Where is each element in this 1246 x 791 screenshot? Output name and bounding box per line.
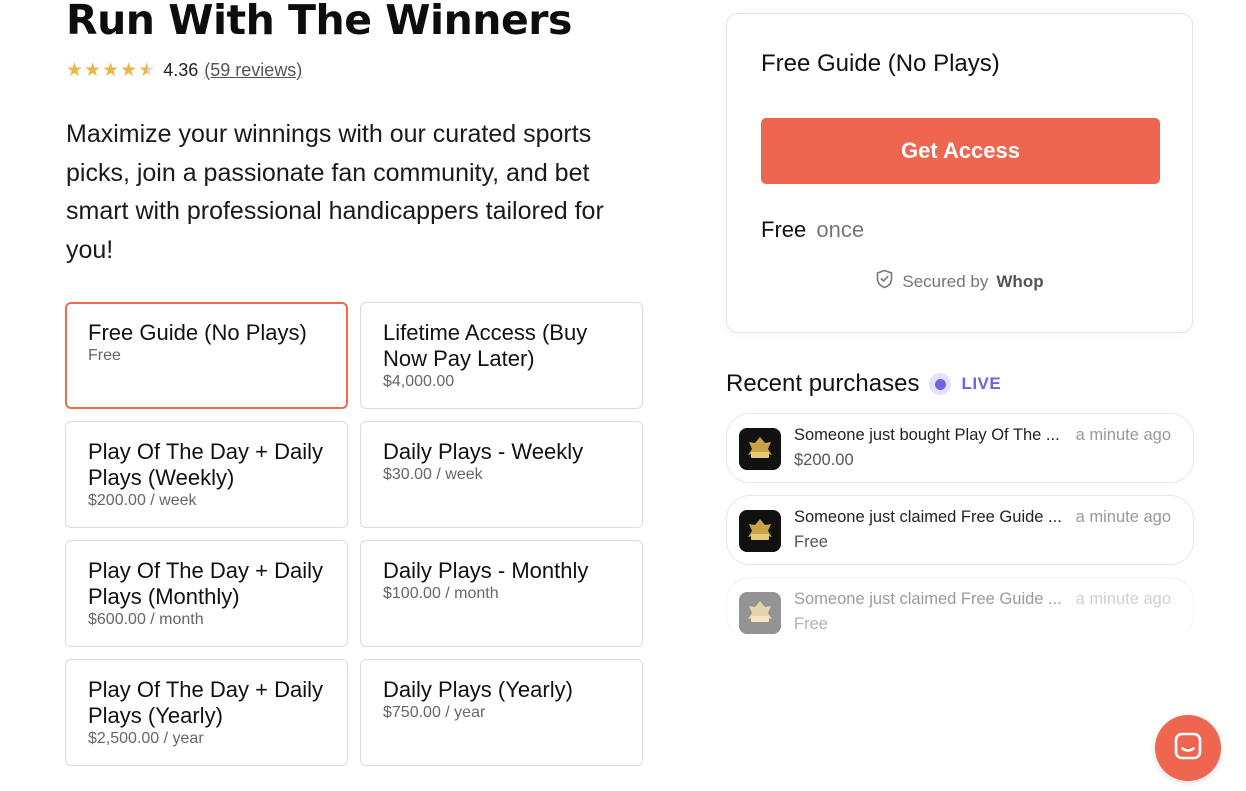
star-icon: ★	[84, 59, 102, 81]
recent-purchases-header: Recent purchases LIVE	[726, 370, 1001, 398]
recent-purchases-title: Recent purchases	[726, 370, 920, 397]
chat-button[interactable]	[1155, 715, 1221, 781]
checkout-plan-title: Free Guide (No Plays)	[761, 50, 1000, 77]
product-description: Maximize your winnings with our curated …	[66, 120, 604, 264]
plan-name: Daily Plays - Weekly	[383, 439, 584, 464]
plan-option[interactable]: Play Of The Day + Daily Plays (Yearly) $…	[65, 659, 348, 766]
plan-option[interactable]: Play Of The Day + Daily Plays (Weekly) $…	[65, 421, 348, 528]
plan-option[interactable]: Daily Plays - Monthly $100.00 / month	[360, 540, 643, 647]
purchase-text: Someone just claimed Free Guide ...	[794, 508, 1062, 526]
plan-name: Lifetime Access (Buy Now Pay Later)	[383, 320, 588, 371]
purchase-price: Free	[794, 615, 828, 633]
product-logo-icon	[739, 592, 781, 634]
purchase-item: Someone just bought Play Of The ... $200…	[726, 413, 1194, 483]
purchase-price: $200.00	[794, 451, 854, 469]
plan-name: Daily Plays (Yearly)	[383, 677, 573, 702]
shield-check-icon	[875, 269, 894, 294]
plan-name: Play Of The Day + Daily Plays (Monthly)	[88, 558, 323, 609]
whop-brand: Whop	[996, 271, 1044, 291]
plan-price: $2,500.00 / year	[88, 730, 204, 747]
star-icon: ★	[102, 59, 120, 81]
star-icon: ★	[120, 59, 138, 81]
rating-stars: ★ ★ ★ ★ ★	[66, 61, 155, 80]
plan-price: $200.00 / week	[88, 492, 197, 509]
purchase-price: Free	[794, 533, 828, 551]
plan-grid: Free Guide (No Plays) Free Lifetime Acce…	[65, 302, 643, 766]
plan-option[interactable]: Play Of The Day + Daily Plays (Monthly) …	[65, 540, 348, 647]
star-icon: ★	[66, 59, 84, 81]
rating-value: 4.36	[163, 59, 199, 80]
plan-price: $100.00 / month	[383, 585, 499, 602]
checkout-price-frequency: once	[816, 217, 865, 242]
purchase-time: a minute ago	[1075, 508, 1171, 526]
purchase-item: Someone just claimed Free Guide ... Free…	[726, 495, 1194, 565]
plan-option[interactable]: Lifetime Access (Buy Now Pay Later) $4,0…	[360, 302, 643, 409]
plan-price: $30.00 / week	[383, 466, 483, 483]
plan-price: $4,000.00	[383, 373, 455, 390]
plan-name: Daily Plays - Monthly	[383, 558, 589, 583]
purchase-time: a minute ago	[1075, 426, 1171, 444]
secured-label: Secured by	[902, 271, 989, 291]
checkout-card: Free Guide (No Plays) Get Access Free on…	[726, 13, 1193, 333]
product-logo-icon	[739, 510, 781, 552]
chat-icon	[1173, 731, 1203, 766]
plan-name: Play Of The Day + Daily Plays (Weekly)	[88, 439, 323, 490]
plan-price: Free	[88, 347, 121, 364]
purchase-item: Someone just claimed Free Guide ... Free…	[726, 577, 1194, 639]
purchase-text: Someone just claimed Free Guide ...	[794, 590, 1062, 608]
plan-option[interactable]: Daily Plays - Weekly $30.00 / week	[360, 421, 643, 528]
live-badge: LIVE	[961, 374, 1002, 393]
rating-row: ★ ★ ★ ★ ★ 4.36 (59 reviews)	[66, 58, 302, 82]
plan-name: Play Of The Day + Daily Plays (Yearly)	[88, 677, 323, 728]
star-half-icon: ★	[138, 59, 156, 81]
purchase-time: a minute ago	[1075, 590, 1171, 608]
get-access-button[interactable]: Get Access	[761, 118, 1160, 184]
recent-purchases-list: Someone just bought Play Of The ... $200…	[726, 413, 1194, 651]
checkout-price: Free once	[761, 217, 864, 243]
reviews-link[interactable]: (59 reviews)	[204, 60, 302, 81]
product-title: Run With The Winners	[66, 0, 572, 44]
live-dot-icon	[929, 373, 952, 395]
purchase-text: Someone just bought Play Of The ...	[794, 426, 1060, 444]
secured-by: Secured by Whop	[727, 269, 1192, 294]
plan-option[interactable]: Daily Plays (Yearly) $750.00 / year	[360, 659, 643, 766]
product-logo-icon	[739, 428, 781, 470]
plan-price: $600.00 / month	[88, 611, 204, 628]
plan-name: Free Guide (No Plays)	[88, 320, 307, 345]
plan-price: $750.00 / year	[383, 704, 486, 721]
plan-option[interactable]: Free Guide (No Plays) Free	[65, 302, 348, 409]
checkout-price-amount: Free	[761, 217, 807, 242]
